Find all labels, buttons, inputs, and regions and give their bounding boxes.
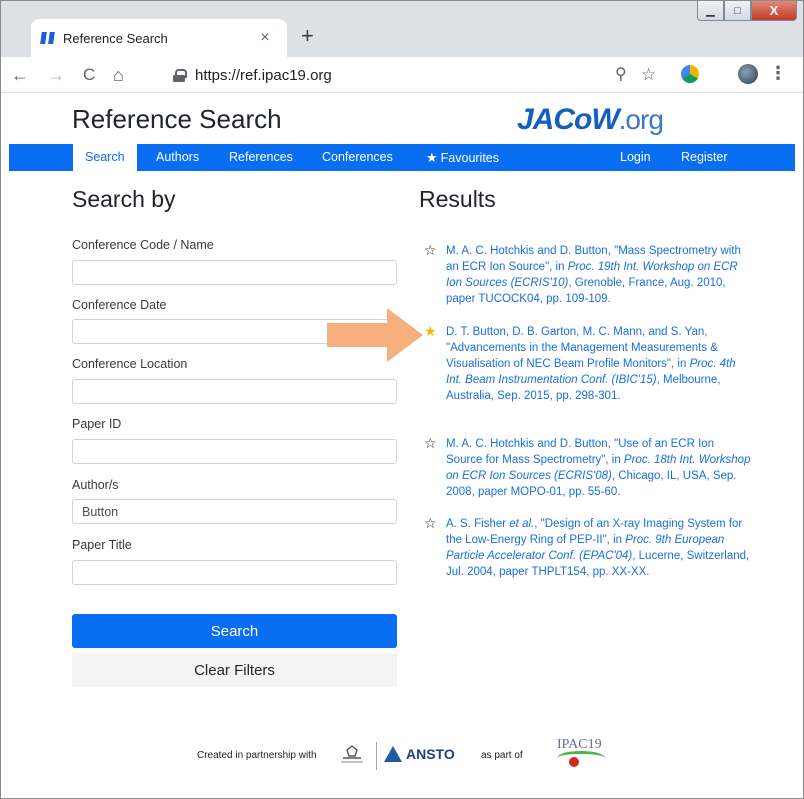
home-icon[interactable]: ⌂ — [113, 63, 124, 87]
paper-id-label: Paper ID — [72, 417, 122, 431]
browser-tab[interactable]: Reference Search × — [31, 19, 287, 57]
ipac19-logo[interactable]: IPAC19 — [549, 737, 619, 773]
ansto-triangle-icon — [384, 746, 402, 762]
jacow-logo[interactable]: JACoW.org — [517, 103, 664, 137]
result-citation[interactable]: D. T. Button, D. B. Garton, M. C. Mann, … — [446, 324, 752, 404]
reload-icon[interactable]: C — [83, 63, 95, 87]
search-heading: Search by — [72, 186, 176, 212]
address-bar[interactable]: https://ref.ipac19.org — [173, 61, 663, 89]
forward-arrow-icon[interactable]: → — [47, 63, 65, 87]
conference-location-label: Conference Location — [72, 357, 188, 371]
result-etal: et al. — [509, 518, 535, 530]
part-of-text: as part of — [481, 750, 523, 761]
result-citation[interactable]: M. A. C. Hotchkis and D. Button, "Use of… — [446, 436, 752, 500]
nav-favourites[interactable]: ★ Favourites — [414, 144, 511, 171]
browser-titlebar: Reference Search × + ▁ □ X — [1, 1, 803, 57]
page-content: Reference Search JACoW.org Search Author… — [9, 94, 795, 798]
conference-code-input[interactable] — [72, 260, 397, 285]
zoom-icon[interactable]: ⚲ — [615, 65, 627, 85]
search-button[interactable]: Search — [72, 614, 397, 648]
result-citation[interactable]: M. A. C. Hotchkis and D. Button, "Mass S… — [446, 243, 752, 307]
nav-authors[interactable]: Authors — [144, 144, 211, 171]
favourite-star-icon[interactable]: ☆ — [424, 516, 438, 530]
new-tab-button[interactable]: + — [301, 21, 314, 51]
government-crest-logo — [341, 745, 363, 763]
favourite-star-filled-icon[interactable]: ★ — [424, 324, 438, 338]
clear-filters-button[interactable]: Clear Filters — [72, 653, 397, 687]
maximize-button[interactable]: □ — [724, 1, 751, 21]
result-citation[interactable]: A. S. Fisher et al., "Design of an X-ray… — [446, 516, 752, 580]
footer: Created in partnership with ANSTO as par… — [9, 736, 795, 776]
result-authors: M. A. C. Hotchkis and D. Button — [446, 245, 608, 257]
highlight-arrow — [327, 308, 423, 362]
nav-conferences[interactable]: Conferences — [310, 144, 405, 171]
nav-register[interactable]: Register — [669, 144, 740, 171]
ansto-logo[interactable]: ANSTO — [384, 746, 455, 762]
favourite-star-icon[interactable]: ☆ — [424, 436, 438, 450]
favourite-star-icon[interactable]: ☆ — [424, 243, 438, 257]
browser-menu-icon[interactable]: ⋮ — [769, 63, 787, 84]
conference-code-label: Conference Code / Name — [72, 238, 214, 252]
window-controls: ▁ □ X — [697, 1, 797, 21]
results-heading: Results — [419, 186, 496, 212]
result-authors: D. T. Button, D. B. Garton, M. C. Mann, … — [446, 326, 705, 338]
paper-title-input[interactable] — [72, 560, 397, 585]
lock-icon — [173, 68, 187, 82]
ansto-wordmark: ANSTO — [406, 746, 455, 762]
logo-main: JACoW — [517, 103, 620, 136]
conference-location-input[interactable] — [72, 379, 397, 404]
authors-label: Author/s — [72, 478, 119, 492]
bookmark-star-icon[interactable]: ☆ — [641, 65, 656, 85]
ipac-swoosh-icon — [557, 751, 605, 765]
minimize-button[interactable]: ▁ — [697, 1, 724, 21]
extension-icon[interactable] — [681, 65, 699, 83]
site-title: Reference Search — [72, 104, 282, 134]
partnership-text: Created in partnership with — [197, 750, 317, 761]
authors-input[interactable] — [72, 499, 397, 524]
back-arrow-icon[interactable]: ← — [11, 63, 29, 87]
result-authors: M. A. C. Hotchkis and D. Button — [446, 438, 608, 450]
logo-suffix: .org — [618, 104, 664, 135]
ipac-ball-icon — [569, 757, 579, 767]
star-icon: ★ — [426, 150, 438, 165]
paper-id-input[interactable] — [72, 439, 397, 464]
nav-favourites-label: Favourites — [440, 151, 500, 165]
nav-search[interactable]: Search — [73, 144, 137, 171]
browser-window: Reference Search × + ▁ □ X ← → C ⌂ https… — [0, 0, 804, 799]
profile-avatar[interactable] — [738, 64, 758, 84]
main-navbar: Search Authors References Conferences ★ F… — [9, 144, 795, 171]
tab-close-icon[interactable]: × — [255, 29, 275, 47]
conference-date-label: Conference Date — [72, 298, 167, 312]
tab-title: Reference Search — [63, 30, 168, 46]
nav-login[interactable]: Login — [608, 144, 663, 171]
url-text: https://ref.ipac19.org — [195, 66, 332, 84]
nav-references[interactable]: References — [217, 144, 305, 171]
window-close-button[interactable]: X — [751, 1, 797, 21]
jacow-favicon-icon — [40, 32, 55, 44]
footer-divider — [376, 742, 377, 770]
paper-title-label: Paper Title — [72, 538, 132, 552]
result-authors: A. S. Fisher — [446, 518, 510, 530]
